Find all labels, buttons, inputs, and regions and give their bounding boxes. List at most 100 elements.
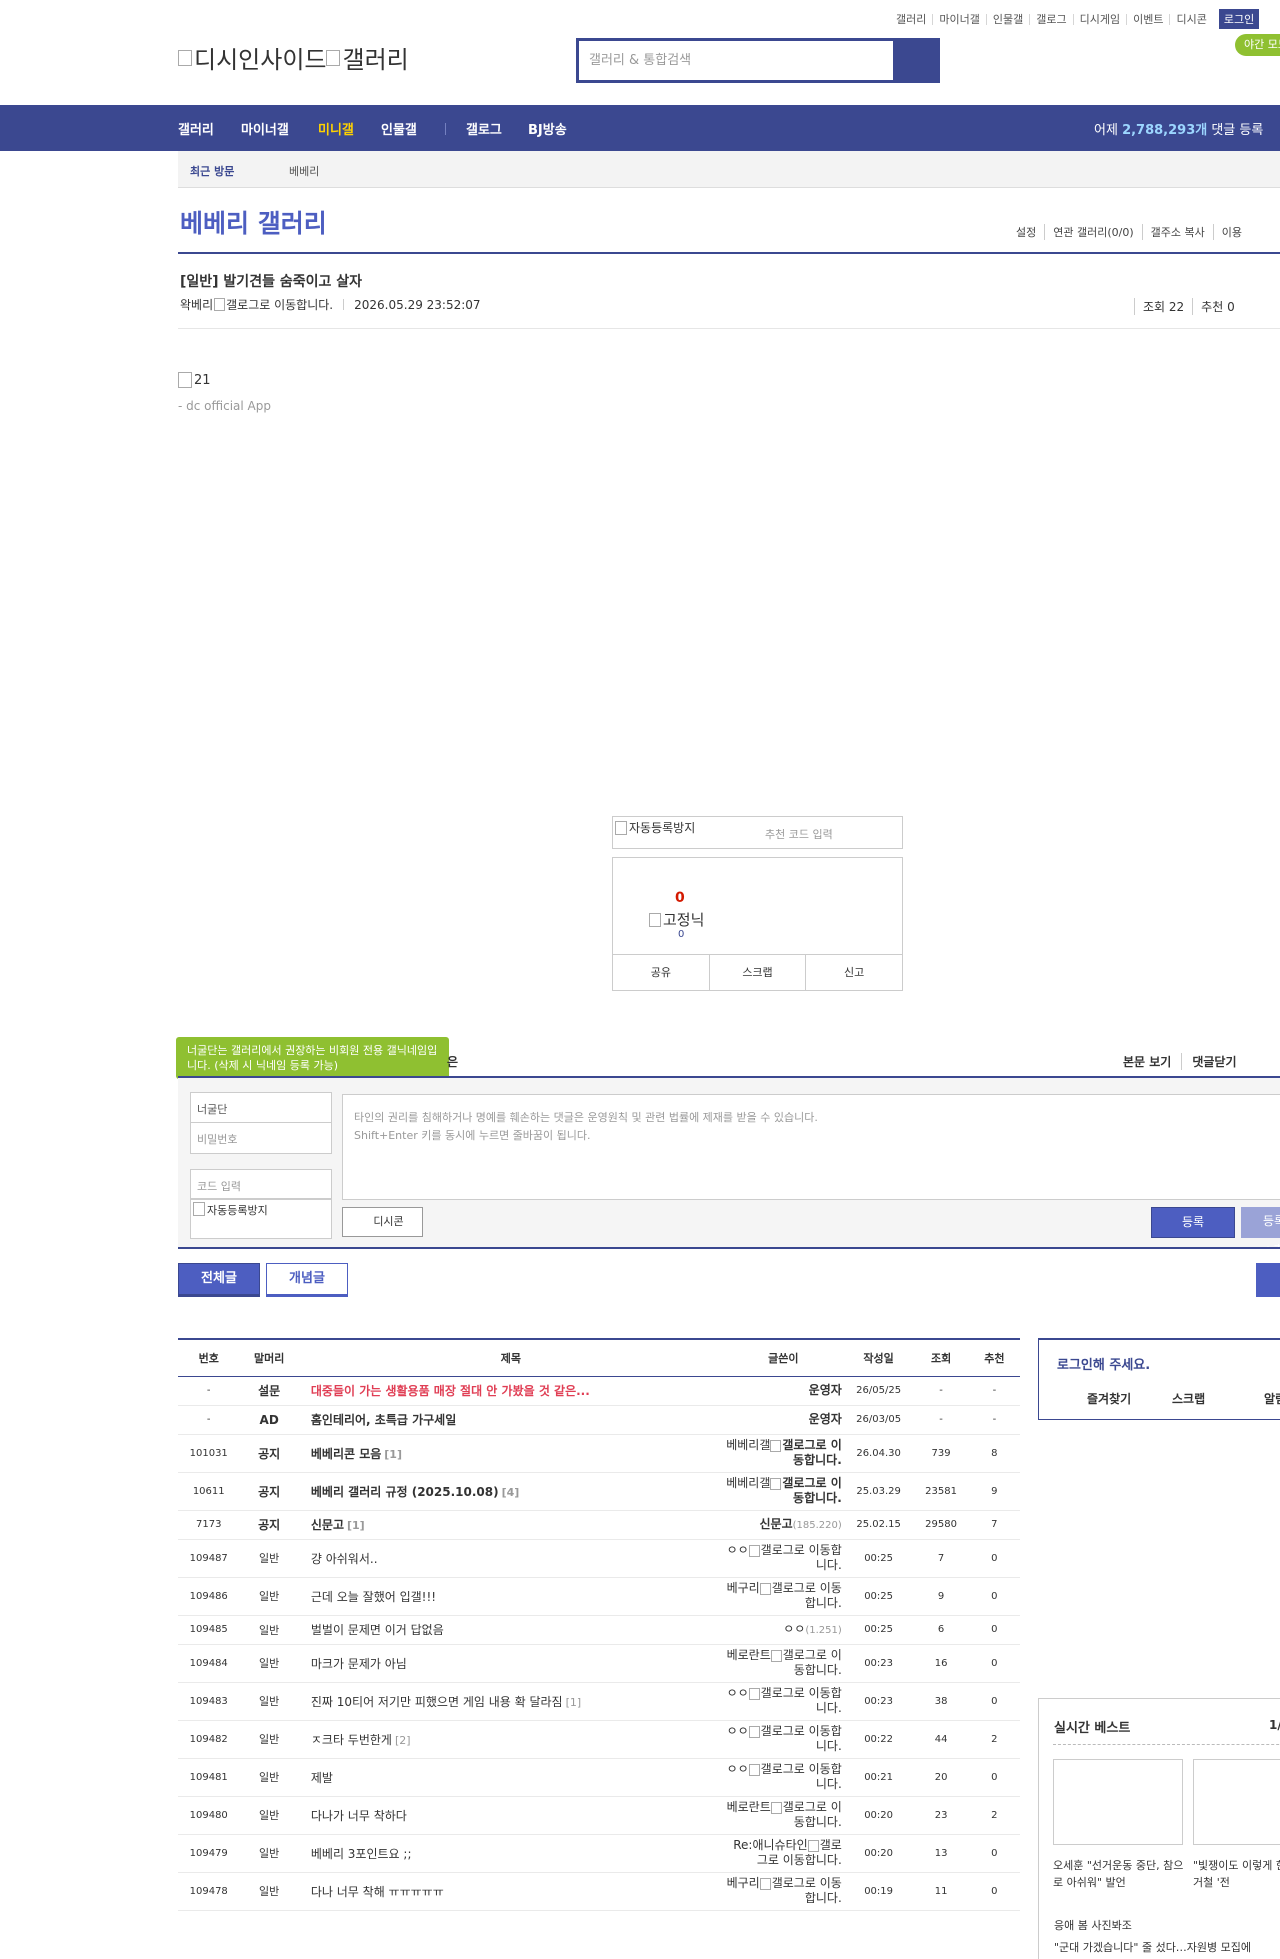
best-thumbnail[interactable] <box>1053 1759 1183 1845</box>
recommend-code-input[interactable]: 추천 코드 입력 <box>765 826 833 842</box>
post-subject-text[interactable]: 걍 아쉬워서.. <box>311 1552 378 1566</box>
table-row[interactable]: 109481 일반 제발 ㅇㅇ 갤로그로 이동합니다. 00:21 20 0 <box>178 1758 1020 1797</box>
gallog-link[interactable]: 갤로그로 이동합니다. <box>772 1876 842 1905</box>
post-subject[interactable]: 벌벌이 문제면 이거 답없음 <box>298 1615 723 1645</box>
post-subject-text[interactable]: 근데 오늘 잘했어 입갤!!! <box>311 1590 436 1604</box>
post-writer[interactable]: 베구리 갤로그로 이동합니다. <box>722 1577 844 1616</box>
post-writer[interactable]: ㅇㅇ 갤로그로 이동합니다. <box>722 1539 844 1578</box>
util-link-game[interactable]: 디시게임 <box>1072 13 1126 25</box>
nav-item-person[interactable]: 인물갤 <box>381 119 417 138</box>
post-subject[interactable]: 제발 <box>298 1758 723 1797</box>
post-writer[interactable]: 운영자 <box>722 1405 844 1435</box>
best-pager[interactable]: 1/ <box>1269 1718 1280 1732</box>
gallog-link[interactable]: 갤로그로 이동합니다. <box>772 1581 842 1610</box>
gallog-link[interactable]: 갤로그로 이동합니다. <box>761 1686 842 1715</box>
post-subject-text[interactable]: 제발 <box>311 1771 333 1785</box>
util-link-event[interactable]: 이벤트 <box>1126 13 1169 25</box>
table-row[interactable]: 109478 일반 다나 너무 착해 ㅠㅠㅠㅠㅠ 베구리 갤로그로 이동합니다. 00:1… <box>178 1872 1020 1911</box>
post-writer[interactable]: 베베리갤 갤로그로 이동합니다. <box>722 1434 844 1473</box>
post-subject-text[interactable]: ㅈ크타 두번한게 <box>311 1733 392 1747</box>
gallog-link[interactable]: 갤로그로 이동합니다. <box>782 1476 841 1505</box>
writer-nick[interactable]: 베로란트 <box>727 1800 771 1814</box>
writer-nick[interactable]: ㅇㅇ <box>727 1724 749 1738</box>
nav-item-mini[interactable]: 미니갤 <box>318 119 354 138</box>
table-row[interactable]: 109484 일반 마크가 문제가 아님 베로란트 갤로그로 이동합니다. 00:23 16… <box>178 1644 1020 1683</box>
search-input[interactable] <box>579 41 893 80</box>
table-row[interactable]: 109480 일반 다나가 너무 착하다 베로란트 갤로그로 이동합니다. 00:20 23… <box>178 1796 1020 1835</box>
best-thumbnail[interactable] <box>1193 1759 1280 1845</box>
best-caption[interactable]: 오세훈 "선거운동 중단, 참으로 아쉬워" 발언 <box>1053 1857 1188 1891</box>
nav-item-gallog[interactable]: 갤로그 <box>466 119 502 138</box>
recent-gallery-link[interactable]: 베베리 <box>289 163 319 179</box>
writer-nick[interactable]: 베로란트 <box>727 1648 771 1662</box>
table-row[interactable]: 109487 일반 걍 아쉬워서.. ㅇㅇ 갤로그로 이동합니다. 00:25 7 0 <box>178 1539 1020 1578</box>
favorites-link[interactable]: 즐겨찾기 <box>1087 1390 1131 1407</box>
writer-nick[interactable]: 운영자 <box>809 1412 842 1426</box>
gallog-link[interactable]: 갤로그로 이동합니다. <box>761 1543 842 1572</box>
post-subject-text[interactable]: 다나 너무 착해 ㅠㅠㅠㅠㅠ <box>311 1885 444 1899</box>
writer-nick[interactable]: 신문고 <box>760 1517 793 1531</box>
util-link-minor[interactable]: 마이너갤 <box>932 13 985 25</box>
post-subject[interactable]: 베베리콘 모음 [1] <box>298 1434 723 1473</box>
post-subject-text[interactable]: 베베리 갤러리 규정 (2025.10.08) <box>311 1485 499 1499</box>
post-subject[interactable]: ㅈ크타 두번한게 [2] <box>298 1720 723 1759</box>
share-button[interactable]: 공유 <box>613 955 709 990</box>
alarm-link[interactable]: 알림 <box>1264 1390 1280 1407</box>
post-writer[interactable]: 베로란트 갤로그로 이동합니다. <box>722 1644 844 1683</box>
post-author[interactable]: 왁베리 <box>180 296 213 313</box>
util-link-gallery[interactable]: 갤러리 <box>890 14 932 25</box>
post-image[interactable]: 21 <box>178 372 211 388</box>
table-row[interactable]: 109482 일반 ㅈ크타 두번한게 [2] ㅇㅇ 갤로그로 이동합니다. 00:22 44 2 <box>178 1720 1020 1759</box>
util-link-gallog[interactable]: 갤로그 <box>1029 13 1072 25</box>
post-subject[interactable]: 진짜 10티어 저기만 피했으면 게임 내용 확 달라짐 [1] <box>298 1682 723 1721</box>
view-body-link[interactable]: 본문 보기 <box>1123 1053 1181 1070</box>
nav-item-gallery[interactable]: 갤러리 <box>178 119 214 138</box>
writer-nick[interactable]: Re:애니슈타인 <box>733 1838 807 1852</box>
gallery-title[interactable]: 베베리 갤러리 <box>180 204 327 240</box>
comment-textarea[interactable]: 타인의 권리를 침해하거나 명예를 훼손하는 댓글은 운영원칙 및 관련 법률에… <box>342 1094 1280 1200</box>
post-subject[interactable]: 다나 너무 착해 ㅠㅠㅠㅠㅠ <box>298 1872 723 1911</box>
table-row[interactable]: 109483 일반 진짜 10티어 저기만 피했으면 게임 내용 확 달라짐 [1] ㅇ… <box>178 1682 1020 1721</box>
post-subject-text[interactable]: 베베리콘 모음 <box>311 1447 381 1461</box>
search-button[interactable] <box>893 41 937 80</box>
report-button[interactable]: 신고 <box>805 955 902 990</box>
dccon-button[interactable]: 디시콘 <box>342 1207 423 1237</box>
writer-nick[interactable]: ㅇㅇ <box>727 1686 749 1700</box>
nickname-field[interactable]: 너굴단 <box>190 1092 332 1124</box>
table-row[interactable]: 101031 공지 베베리콘 모음 [1] 베베리갤 갤로그로 이동합니다. 26.04.3… <box>178 1434 1020 1473</box>
gallog-link[interactable]: 갤로그로 이동합니다. <box>761 1762 842 1791</box>
table-row[interactable]: - AD 홈인테리어, 초특급 가구세일 운영자 26/03/05- - <box>178 1405 1020 1435</box>
post-subject-text[interactable]: 진짜 10티어 저기만 피했으면 게임 내용 확 달라짐 <box>311 1695 563 1709</box>
writer-nick[interactable]: 베베리갤 <box>726 1476 770 1490</box>
table-row[interactable]: 10611 공지 베베리 갤러리 규정 (2025.10.08) [4] 베베리갤 갤로그… <box>178 1472 1020 1511</box>
post-writer[interactable]: 베구리 갤로그로 이동합니다. <box>722 1872 844 1911</box>
post-subject[interactable]: 베베리 3포인트요 ;; <box>298 1834 723 1873</box>
writer-nick[interactable]: 베구리 <box>727 1581 760 1595</box>
post-writer[interactable]: 베베리갤 갤로그로 이동합니다. <box>722 1472 844 1511</box>
gallog-link[interactable]: 갤로그로 이동합니다. <box>783 1648 842 1677</box>
best-news-item[interactable]: "군대 가겠습니다" 줄 섰다…자원병 모집에 <box>1054 1939 1251 1955</box>
comment-count[interactable]: [2] <box>395 1734 411 1747</box>
post-subject[interactable]: 신문고 [1] <box>298 1510 723 1540</box>
post-subject-text[interactable]: 홈인테리어, 초특급 가구세일 <box>311 1413 456 1427</box>
related-gallery-link[interactable]: 연관 갤러리(0/0) <box>1044 224 1141 240</box>
post-subject-text[interactable]: 베베리 3포인트요 ;; <box>311 1847 412 1861</box>
write-button[interactable] <box>1256 1263 1280 1297</box>
util-link-dccon[interactable]: 디시콘 <box>1169 13 1212 25</box>
fixed-nick-recommend-button[interactable]: 고정닉 <box>649 909 704 930</box>
post-subject[interactable]: 홈인테리어, 초특급 가구세일 <box>298 1405 723 1435</box>
comment-count[interactable]: [1] <box>384 1448 402 1461</box>
tab-concept-posts[interactable]: 개념글 <box>266 1263 348 1297</box>
copy-address-link[interactable]: 갤주소 복사 <box>1141 224 1213 240</box>
night-mode-toggle[interactable]: 야간 모드 <box>1235 34 1280 56</box>
site-logo[interactable]: 디시인사이드 갤러리 <box>178 40 409 75</box>
post-subject[interactable]: 근데 오늘 잘했어 입갤!!! <box>298 1577 723 1616</box>
post-writer[interactable]: ㅇㅇ 갤로그로 이동합니다. <box>722 1720 844 1759</box>
table-row[interactable]: - 설문 대중들이 가는 생활용품 매장 절대 안 가봤을 것 같은... 운영자 26… <box>178 1376 1020 1406</box>
post-subject[interactable]: 대중들이 가는 생활용품 매장 절대 안 가봤을 것 같은... <box>298 1376 723 1406</box>
table-row[interactable]: 109485 일반 벌벌이 문제면 이거 답없음 ㅇㅇ(1.251) 00:25 6 0 <box>178 1615 1020 1645</box>
captcha-code-field[interactable]: 코드 입력 <box>190 1169 332 1199</box>
login-button[interactable]: 로그인 <box>1218 9 1260 29</box>
post-writer[interactable]: 베로란트 갤로그로 이동합니다. <box>722 1796 844 1835</box>
post-subject[interactable]: 걍 아쉬워서.. <box>298 1539 723 1578</box>
